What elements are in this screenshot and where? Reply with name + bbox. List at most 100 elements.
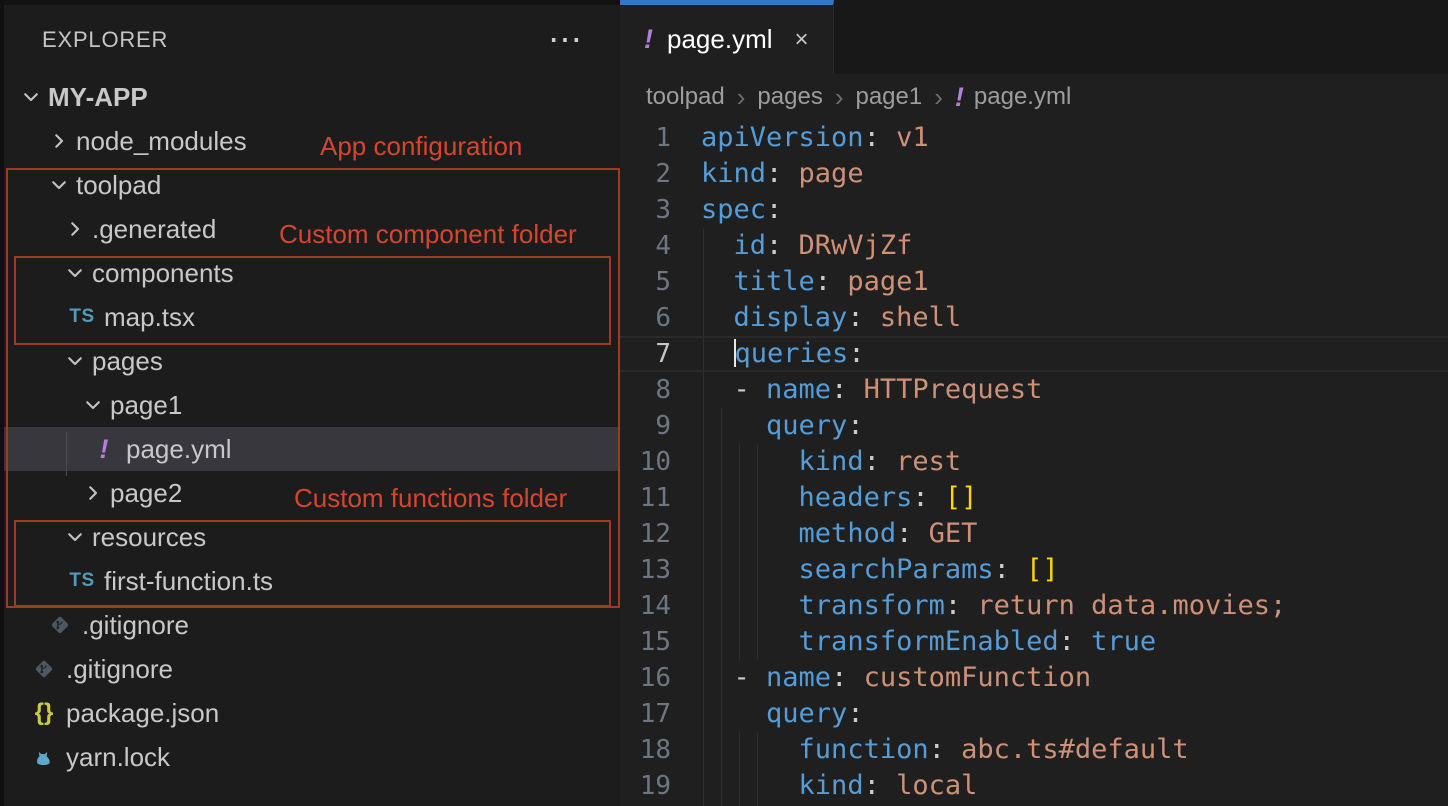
tree-item-label: pages	[92, 346, 163, 377]
line-number: 12	[620, 516, 671, 552]
line-number: 4	[620, 228, 671, 264]
explorer-title: EXPLORER	[42, 27, 168, 53]
editor-group: ! page.yml × toolpad›pages›page1›!page.y…	[620, 0, 1448, 806]
line-content: queries:	[701, 336, 865, 372]
tree-item-page-yml[interactable]: !page.yml	[4, 427, 620, 471]
tree-item-label: .generated	[92, 214, 216, 245]
vscode-window: EXPLORER ⋯ MY-APPnode_modulestoolpad.gen…	[0, 0, 1448, 806]
line-number: 19	[620, 768, 671, 804]
tree-item--gitignore[interactable]: .gitignore	[4, 603, 620, 647]
line-content: query:	[701, 696, 864, 732]
line-number: 18	[620, 732, 671, 768]
code-lines: 1apiVersion: v12 kind: page3spec:4 id: DR…	[620, 120, 1448, 804]
code-line-4[interactable]: 4 id: DRwVjZf	[620, 228, 1448, 264]
yarn-icon	[30, 746, 58, 768]
more-actions-icon[interactable]: ⋯	[540, 30, 590, 50]
tree-item-label: .gitignore	[82, 610, 189, 641]
code-line-13[interactable]: 13 searchParams: []	[620, 552, 1448, 588]
code-line-17[interactable]: 17 query:	[620, 696, 1448, 732]
tab-close-icon[interactable]: ×	[795, 26, 809, 54]
tree-item-map-tsx[interactable]: TSmap.tsx	[4, 295, 620, 339]
line-number: 17	[620, 696, 671, 732]
line-number: 14	[620, 588, 671, 624]
tree-item-page2[interactable]: page2	[4, 471, 620, 515]
code-line-7[interactable]: 7 queries:	[620, 336, 1448, 372]
tree-item-package-json[interactable]: {}package.json	[4, 691, 620, 735]
tree-item-toolpad[interactable]: toolpad	[4, 163, 620, 207]
line-content: kind: page	[701, 156, 864, 192]
breadcrumb-label: pages	[757, 83, 822, 111]
line-number: 6	[620, 300, 671, 336]
tab-page-yml[interactable]: ! page.yml ×	[620, 0, 834, 74]
code-line-8[interactable]: 8 - name: HTTPrequest	[620, 372, 1448, 408]
line-content: transform: return data.movies;	[701, 588, 1286, 624]
code-line-2[interactable]: 2 kind: page	[620, 156, 1448, 192]
code-line-12[interactable]: 12 method: GET	[620, 516, 1448, 552]
tree-item-label: page1	[110, 390, 182, 421]
line-number: 15	[620, 624, 671, 660]
tree-item-label: package.json	[66, 698, 219, 729]
code-line-9[interactable]: 9 query:	[620, 408, 1448, 444]
line-content: display: shell	[701, 300, 961, 336]
chevron-right-icon	[80, 480, 106, 506]
chevron-down-icon	[62, 348, 88, 374]
line-number: 5	[620, 264, 671, 300]
breadcrumb-item-page-yml[interactable]: !page.yml	[955, 82, 1071, 113]
code-line-11[interactable]: 11 headers: []	[620, 480, 1448, 516]
breadcrumb-item-toolpad[interactable]: toolpad	[646, 83, 725, 111]
tree-item-node-modules[interactable]: node_modules	[4, 119, 620, 163]
tree-item-first-function-ts[interactable]: TSfirst-function.ts	[4, 559, 620, 603]
code-line-16[interactable]: 16 - name: customFunction	[620, 660, 1448, 696]
tree-item--generated[interactable]: .generated	[4, 207, 620, 251]
code-line-6[interactable]: 6 display: shell	[620, 300, 1448, 336]
yaml-warning-icon: !	[644, 24, 653, 55]
line-content: transformEnabled: true	[701, 624, 1156, 660]
yaml-warning-icon: !	[955, 82, 964, 113]
code-line-14[interactable]: 14 transform: return data.movies;	[620, 588, 1448, 624]
explorer-header: EXPLORER ⋯	[42, 27, 590, 53]
line-number: 2	[620, 156, 671, 192]
tree-item-yarn-lock[interactable]: yarn.lock	[4, 735, 620, 779]
code-line-3[interactable]: 3spec:	[620, 192, 1448, 228]
line-content: searchParams: []	[701, 552, 1059, 588]
git-icon	[46, 614, 74, 636]
line-number: 10	[620, 444, 671, 480]
code-line-5[interactable]: 5 title: page1	[620, 264, 1448, 300]
code-line-18[interactable]: 18 function: abc.ts#default	[620, 732, 1448, 768]
line-number: 11	[620, 480, 671, 516]
tree-item-label: node_modules	[76, 126, 247, 157]
line-content: title: page1	[701, 264, 929, 300]
code-editor[interactable]: 1apiVersion: v12 kind: page3spec:4 id: DR…	[620, 120, 1448, 806]
tree-item-my-app[interactable]: MY-APP	[4, 75, 620, 119]
line-content: kind: rest	[701, 444, 961, 480]
tree-item-label: components	[92, 258, 234, 289]
code-line-10[interactable]: 10 kind: rest	[620, 444, 1448, 480]
line-number: 1	[620, 120, 671, 156]
line-content: - name: HTTPrequest	[701, 372, 1042, 408]
code-line-19[interactable]: 19 kind: local	[620, 768, 1448, 804]
chevron-down-icon	[46, 172, 72, 198]
text-cursor	[734, 339, 736, 367]
breadcrumb-item-page1[interactable]: page1	[855, 83, 922, 111]
code-line-1[interactable]: 1apiVersion: v1	[620, 120, 1448, 156]
line-number: 16	[620, 660, 671, 696]
line-number: 9	[620, 408, 671, 444]
code-line-15[interactable]: 15 transformEnabled: true	[620, 624, 1448, 660]
tree-item-pages[interactable]: pages	[4, 339, 620, 383]
tree-item-resources[interactable]: resources	[4, 515, 620, 559]
line-content: function: abc.ts#default	[701, 732, 1189, 768]
tree-item-label: toolpad	[76, 170, 161, 201]
breadcrumb-item-pages[interactable]: pages	[757, 83, 822, 111]
tree-item--gitignore[interactable]: .gitignore	[4, 647, 620, 691]
tree-item-label: map.tsx	[104, 302, 195, 333]
tab-label: page.yml	[667, 24, 773, 55]
line-number: 8	[620, 372, 671, 408]
chevron-down-icon	[62, 260, 88, 286]
line-content: - name: customFunction	[701, 660, 1091, 696]
line-number: 3	[620, 192, 671, 228]
line-content: kind: local	[701, 768, 977, 804]
tree-item-label: yarn.lock	[66, 742, 170, 773]
line-content: id: DRwVjZf	[701, 228, 912, 264]
tree-item-components[interactable]: components	[4, 251, 620, 295]
tree-item-page1[interactable]: page1	[4, 383, 620, 427]
